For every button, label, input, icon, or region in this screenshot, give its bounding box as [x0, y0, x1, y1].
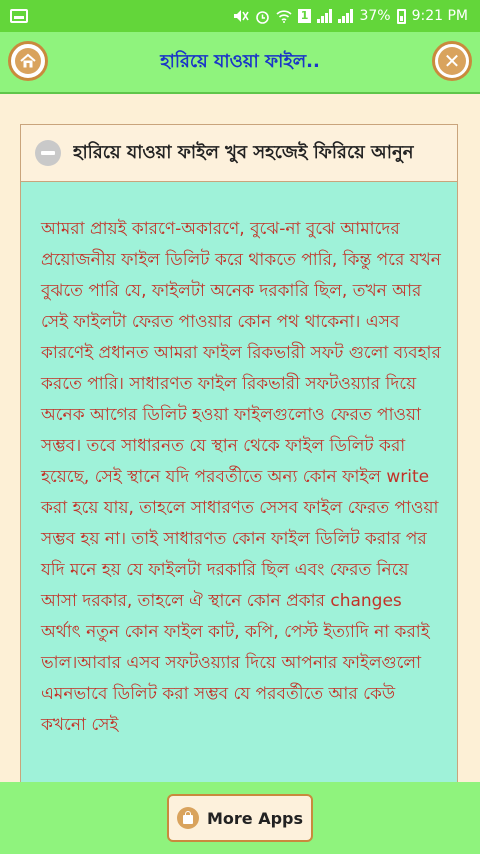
article-card: হারিয়ে যাওয়া ফাইল খুব সহজেই ফিরিয়ে আন…: [20, 124, 458, 788]
article-title: হারিয়ে যাওয়া ফাইল খুব সহজেই ফিরিয়ে আন…: [73, 141, 414, 163]
battery-percentage: 37%: [359, 8, 391, 24]
battery-icon: [396, 8, 406, 24]
home-button[interactable]: [8, 41, 48, 81]
alarm-icon: [255, 10, 269, 24]
collapse-icon[interactable]: [35, 140, 61, 166]
home-icon: [15, 48, 41, 74]
signal-icon-2: [338, 9, 354, 23]
shopping-bag-icon: [176, 807, 199, 829]
article-body: আমরা প্রায়ই কারণে-অকারণে, বুঝে-না বুঝে …: [41, 219, 441, 735]
close-button[interactable]: ✕: [432, 41, 472, 81]
signal-icon: [317, 9, 333, 23]
mute-icon: [233, 10, 249, 22]
more-apps-label: More Apps: [206, 808, 304, 828]
close-icon: ✕: [438, 47, 466, 75]
status-icons: 1 37% 9:21 PM: [233, 8, 468, 24]
status-bar: 1 37% 9:21 PM: [0, 0, 480, 32]
more-apps-button[interactable]: More Apps: [167, 794, 313, 842]
bottom-bar: More Apps: [0, 782, 480, 854]
app-bar: হারিয়ে যাওয়া ফাইল.. ✕: [0, 32, 480, 94]
clock: 9:21 PM: [411, 8, 468, 24]
gallery-notification-icon: [10, 9, 28, 23]
article-header[interactable]: হারিয়ে যাওয়া ফাইল খুব সহজেই ফিরিয়ে আন…: [21, 125, 457, 182]
sim-indicator: 1: [297, 9, 312, 23]
app-bar-title: হারিয়ে যাওয়া ফাইল..: [160, 50, 320, 72]
wifi-icon: [276, 10, 292, 23]
